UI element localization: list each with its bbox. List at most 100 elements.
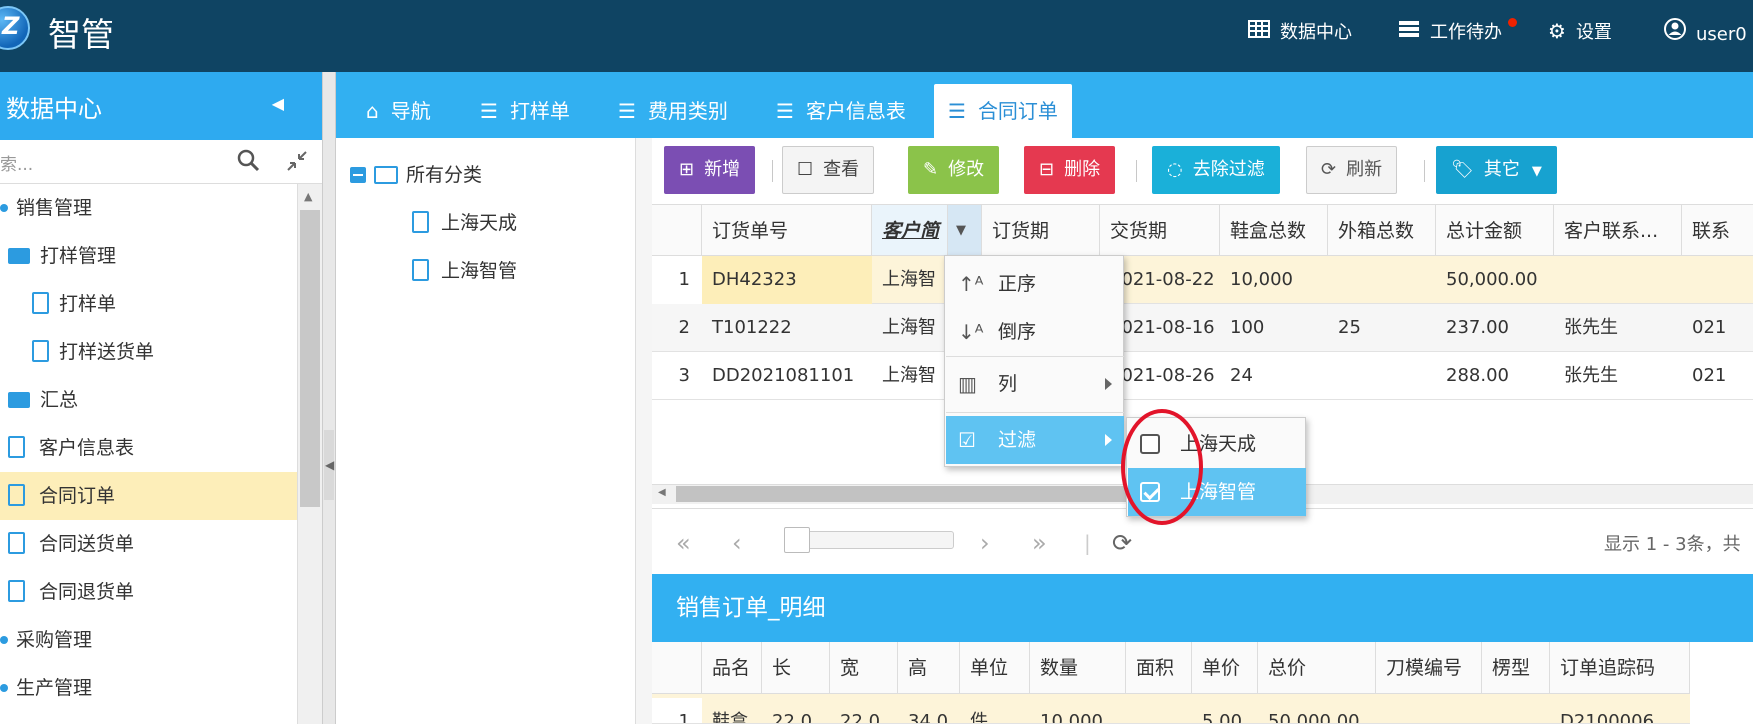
category-tree: 所有分类 上海天成 上海智管 [336,138,636,724]
compress-icon[interactable] [286,150,308,177]
detail-grid: 品名 长 宽 高 单位 数量 面积 单价 总价 刀模编号 楞型 订单追踪码 1 … [652,642,1753,724]
tab-bar: ⌂ 导航 ☰ 打样单 ☰ 费用类别 ☰ 客户信息表 ☰ 合同订单 [336,72,1753,138]
detail-col: 刀模编号 [1376,642,1482,694]
nav-settings[interactable]: ⚙ 设置 [1548,18,1612,44]
page-slider-knob[interactable] [784,527,810,553]
nav-todo[interactable]: 工作待办 [1398,18,1502,44]
reload-icon[interactable]: ⟳ [1112,529,1132,557]
sidebar-title: 数据中心 [6,94,102,123]
minus-square-icon: ⊟ [1039,159,1055,180]
col-carton-total[interactable]: 外箱总数 [1328,204,1436,256]
sidebar-search[interactable]: 索... [0,140,322,184]
column-menu-trigger[interactable]: ▼ [948,204,982,256]
file-icon [32,292,49,314]
sidebar-item-sample-delivery[interactable]: 打样送货单 [0,328,297,376]
file-icon [32,340,49,362]
col-order-date[interactable]: 订货期 [982,204,1100,256]
tags-icon: 🏷 [1451,159,1474,180]
columns-icon: ▥ [958,372,977,396]
menu-filter[interactable]: ☑ 过滤 [946,416,1124,464]
last-page-icon[interactable]: » [1032,529,1047,557]
sidebar-item-customer-info[interactable]: 客户信息表 [0,424,297,472]
collapse-arrow-icon[interactable]: ◀ [325,458,334,472]
sidebar-item-sales[interactable]: 销售管理 [0,184,297,232]
detail-col: 品名 [702,642,762,694]
add-button[interactable]: ⊞ 新增 [664,146,756,194]
col-phone[interactable]: 联系 [1682,204,1753,256]
sidebar-item-contract-order[interactable]: 合同订单 [0,472,297,520]
nav-todo-label: 工作待办 [1430,22,1502,43]
sort-desc-icon: ↓ᴬ [958,320,984,344]
sidebar-item-summary[interactable]: 汇总 [0,376,297,424]
tree-item-tiancheng[interactable]: 上海天成 [412,208,517,235]
row-number-header [652,204,702,256]
col-delivery-date[interactable]: 交货期 [1100,204,1220,256]
sidebar-item-contract-return[interactable]: 合同退货单 [0,568,297,616]
delete-button[interactable]: ⊟ 删除 [1024,146,1116,194]
prev-page-icon[interactable]: ‹ [732,529,742,557]
app-logo: Z [0,6,30,50]
collapse-left-icon[interactable]: ◀ [272,94,284,113]
sidebar-scroll-thumb[interactable] [300,210,320,507]
file-icon [8,532,25,554]
sidebar-search-input[interactable]: 索... [0,150,33,175]
column-context-menu: ↑ᴬ 正序 ↓ᴬ 倒序 ▥ 列 ☑ 过滤 [944,255,1124,467]
view-button[interactable]: ☐ 查看 [782,146,875,194]
detail-col: 单位 [960,642,1030,694]
caret-down-icon: ▼ [1531,164,1542,179]
pager-separator: | [1084,531,1091,555]
menu-columns[interactable]: ▥ 列 [946,360,1124,408]
folder-icon [8,392,30,408]
other-dropdown-button[interactable]: 🏷 其它 ▼ [1436,146,1557,194]
detail-col: 订单追踪码 [1550,642,1690,694]
highlight-circle-annotation [1121,409,1203,525]
detail-col: 宽 [830,642,898,694]
sidebar-item-contract-delivery[interactable]: 合同送货单 [0,520,297,568]
table-row[interactable]: 2 T101222 上海智 2021-08-16 100 25 237.00 张… [652,304,1753,352]
detail-col: 面积 [1126,642,1192,694]
tab-customer-info[interactable]: ☰ 客户信息表 [762,84,920,138]
splitter[interactable] [322,72,336,724]
spinner-icon: ◌ [1167,159,1183,180]
next-page-icon[interactable]: › [980,529,990,557]
nav-settings-label: 设置 [1575,22,1612,43]
col-order-no[interactable]: 订货单号 [702,204,872,256]
col-customer[interactable]: 客户简 [872,204,948,256]
refresh-button[interactable]: ⟳ 刷新 [1306,146,1398,194]
edit-button[interactable]: ✎ 修改 [908,146,1000,194]
menu-sort-asc[interactable]: ↑ᴬ 正序 [946,260,1124,308]
toolbar: ⊞ 新增 ☐ 查看 ✎ 修改 ⊟ 删除 ◌ 去除过滤 ⟳ 刷新 🏷 其它 ▼ [652,138,1753,204]
sidebar-item-sample-order[interactable]: 打样单 [0,280,297,328]
gear-icon: ⚙ [1548,19,1566,43]
nav-user-label: user0 [1696,24,1747,45]
nav-data-center[interactable]: 数据中心 [1248,18,1352,44]
nav-user[interactable]: user0 [1664,18,1747,45]
clear-filter-button[interactable]: ◌ 去除过滤 [1152,146,1280,194]
first-page-icon[interactable]: « [676,529,691,557]
col-contact[interactable]: 客户联系... [1554,204,1682,256]
tab-cost-category[interactable]: ☰ 费用类别 [604,84,742,138]
col-amount[interactable]: 总计金额 [1436,204,1554,256]
detail-row[interactable]: 1 鞋盒 22.0 22.0 34.0 件 10,000 5.00 50,000… [652,694,1690,724]
sidebar-item-purchase[interactable]: 采购管理 [0,616,297,664]
folder-open-icon [374,166,398,184]
tab-contract-order[interactable]: ☰ 合同订单 [934,84,1072,138]
sidebar-item-sample-mgmt[interactable]: 打样管理 [0,232,297,280]
tree-item-zhiguan[interactable]: 上海智管 [412,256,517,283]
nav-data-center-label: 数据中心 [1280,22,1352,43]
table-row[interactable]: 3 DD2021081101 上海智 2021-08-26 24 288.00 … [652,352,1753,400]
sort-asc-icon: ↑ᴬ [958,272,984,296]
file-icon [8,436,25,458]
tree-root[interactable]: 所有分类 [350,160,482,187]
tab-nav[interactable]: ⌂ 导航 [352,84,445,138]
scroll-up-icon[interactable]: ▲ [304,190,312,203]
menu-sort-desc[interactable]: ↓ᴬ 倒序 [946,308,1124,356]
sidebar-item-production[interactable]: 生产管理 [0,664,297,712]
tab-sample-order[interactable]: ☰ 打样单 [466,84,584,138]
col-box-total[interactable]: 鞋盒总数 [1220,204,1328,256]
square-icon: ☐ [797,159,814,180]
table-row[interactable]: 1 DH42323 上海智 2021-08-22 10,000 50,000.0… [652,256,1753,304]
user-icon [1664,18,1686,45]
search-icon[interactable] [236,148,260,177]
pager-info: 显示 1 - 3条，共 [1604,534,1741,555]
